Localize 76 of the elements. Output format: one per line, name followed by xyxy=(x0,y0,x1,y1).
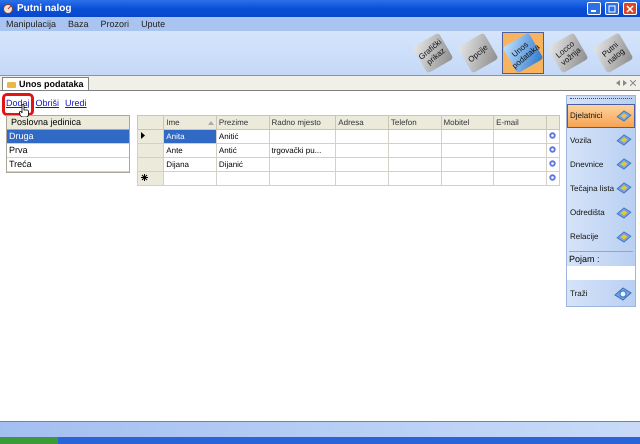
start-button[interactable] xyxy=(0,437,58,444)
table-cell xyxy=(388,144,442,158)
sidebar-item[interactable]: Tečajna lista xyxy=(567,176,635,201)
minimize-button[interactable] xyxy=(587,2,601,15)
close-button[interactable] xyxy=(623,2,637,15)
card-icon xyxy=(616,206,632,219)
table-cell xyxy=(388,172,442,186)
column-header[interactable]: E-mail xyxy=(494,116,546,130)
table-cell xyxy=(336,130,388,144)
search-label: Pojam : xyxy=(568,254,601,264)
card-icon xyxy=(616,134,632,146)
table-cell xyxy=(388,130,442,144)
table-cell: Anitić xyxy=(216,130,270,144)
current-row-icon xyxy=(141,132,145,139)
close-icon[interactable] xyxy=(630,80,636,86)
menu-item[interactable]: Upute xyxy=(141,19,166,29)
table-cell xyxy=(388,158,442,172)
maximize-icon xyxy=(608,4,616,12)
column-header[interactable]: Ime xyxy=(164,116,216,130)
action-link[interactable]: Uredi xyxy=(61,92,91,116)
column-header: Poslovna jedinica xyxy=(7,115,129,130)
sidebar-item[interactable]: Odredišta xyxy=(567,200,635,225)
sidebar-item[interactable]: Relacije xyxy=(567,224,635,249)
table-cell: Ante xyxy=(164,144,216,158)
header-cell xyxy=(138,116,164,130)
maximize-button[interactable] xyxy=(605,2,619,15)
scroll-left-icon[interactable] xyxy=(616,80,620,86)
table-cell: Antić xyxy=(216,144,270,158)
menu-item[interactable]: Manipulacija xyxy=(6,19,56,29)
scroll-right-icon[interactable] xyxy=(623,80,627,86)
table-cell xyxy=(441,144,494,158)
table-cell xyxy=(441,130,494,144)
table-cell xyxy=(269,172,336,186)
window-title: Putni nalog xyxy=(17,3,72,14)
card-icon xyxy=(616,230,632,243)
row-header[interactable] xyxy=(138,172,164,186)
new-row-icon xyxy=(141,174,148,181)
table-cell xyxy=(336,158,388,172)
action-link[interactable]: Obriši xyxy=(32,92,64,116)
column-header[interactable]: Prezime xyxy=(216,116,270,130)
table-cell xyxy=(336,144,388,158)
list-row[interactable]: Druga xyxy=(7,130,129,144)
table-cell xyxy=(336,172,388,186)
column-header[interactable]: Radno mjesto xyxy=(269,116,336,130)
sort-icon xyxy=(208,120,214,124)
table-cell xyxy=(441,158,494,172)
column-header[interactable]: Adresa xyxy=(336,116,388,130)
sidebar-item[interactable]: Vozila xyxy=(567,128,635,152)
card-icon xyxy=(616,110,632,122)
card-icon xyxy=(616,182,632,194)
search-field[interactable] xyxy=(567,266,635,280)
table-cell xyxy=(269,158,336,172)
table-cell: Dijana xyxy=(164,158,216,172)
table-cell: Anita xyxy=(164,130,216,144)
sidebar-item[interactable]: Djelatnici xyxy=(567,104,635,128)
column-header[interactable]: Telefon xyxy=(388,116,442,130)
document-tab[interactable]: Unos podataka xyxy=(2,77,89,90)
menu-item[interactable]: Baza xyxy=(68,19,89,29)
column-header[interactable]: Mobitel xyxy=(441,116,494,130)
header-cell xyxy=(546,116,560,130)
close-icon xyxy=(626,4,634,12)
table-cell xyxy=(441,172,494,186)
menu-item[interactable]: Prozori xyxy=(100,19,130,29)
table-cell xyxy=(216,172,270,186)
table-cell xyxy=(269,130,336,144)
app-icon xyxy=(3,4,13,14)
list-row[interactable]: Prva xyxy=(7,144,129,158)
card-icon xyxy=(616,158,632,170)
folder-icon xyxy=(7,80,16,88)
sidebar-item[interactable]: Dnevnice xyxy=(567,152,635,176)
magnifier-icon xyxy=(614,286,632,301)
table-cell: Dijanić xyxy=(216,158,270,172)
list-row[interactable]: Treća xyxy=(7,158,129,172)
table-cell: trgovački pu... xyxy=(269,144,336,158)
search-button[interactable]: Traži xyxy=(567,282,635,306)
row-header[interactable] xyxy=(138,130,164,144)
